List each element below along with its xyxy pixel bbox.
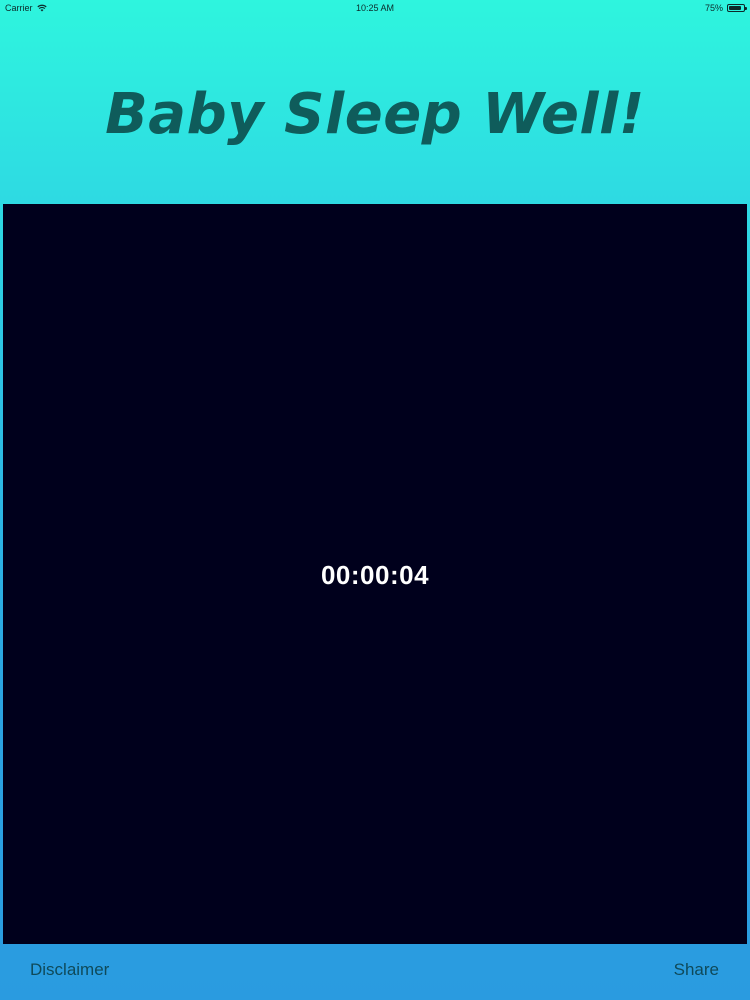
status-time: 10:25 AM bbox=[355, 3, 395, 13]
battery-percent: 75% bbox=[704, 3, 723, 13]
app-title: Baby Sleep Well! bbox=[105, 81, 645, 147]
disclaimer-button[interactable]: Disclaimer bbox=[30, 960, 109, 980]
timer-panel[interactable]: 00:00:04 bbox=[3, 204, 747, 944]
share-button[interactable]: Share bbox=[674, 960, 719, 980]
battery-icon bbox=[727, 4, 747, 12]
app-header: Baby Sleep Well! bbox=[0, 16, 750, 204]
footer-bar: Disclaimer Share bbox=[0, 944, 750, 1000]
battery-fill bbox=[729, 6, 741, 10]
status-bar: Carrier 10:25 AM 75% bbox=[0, 0, 750, 16]
timer-display: 00:00:04 bbox=[320, 559, 430, 590]
status-right: 75% bbox=[704, 3, 747, 13]
